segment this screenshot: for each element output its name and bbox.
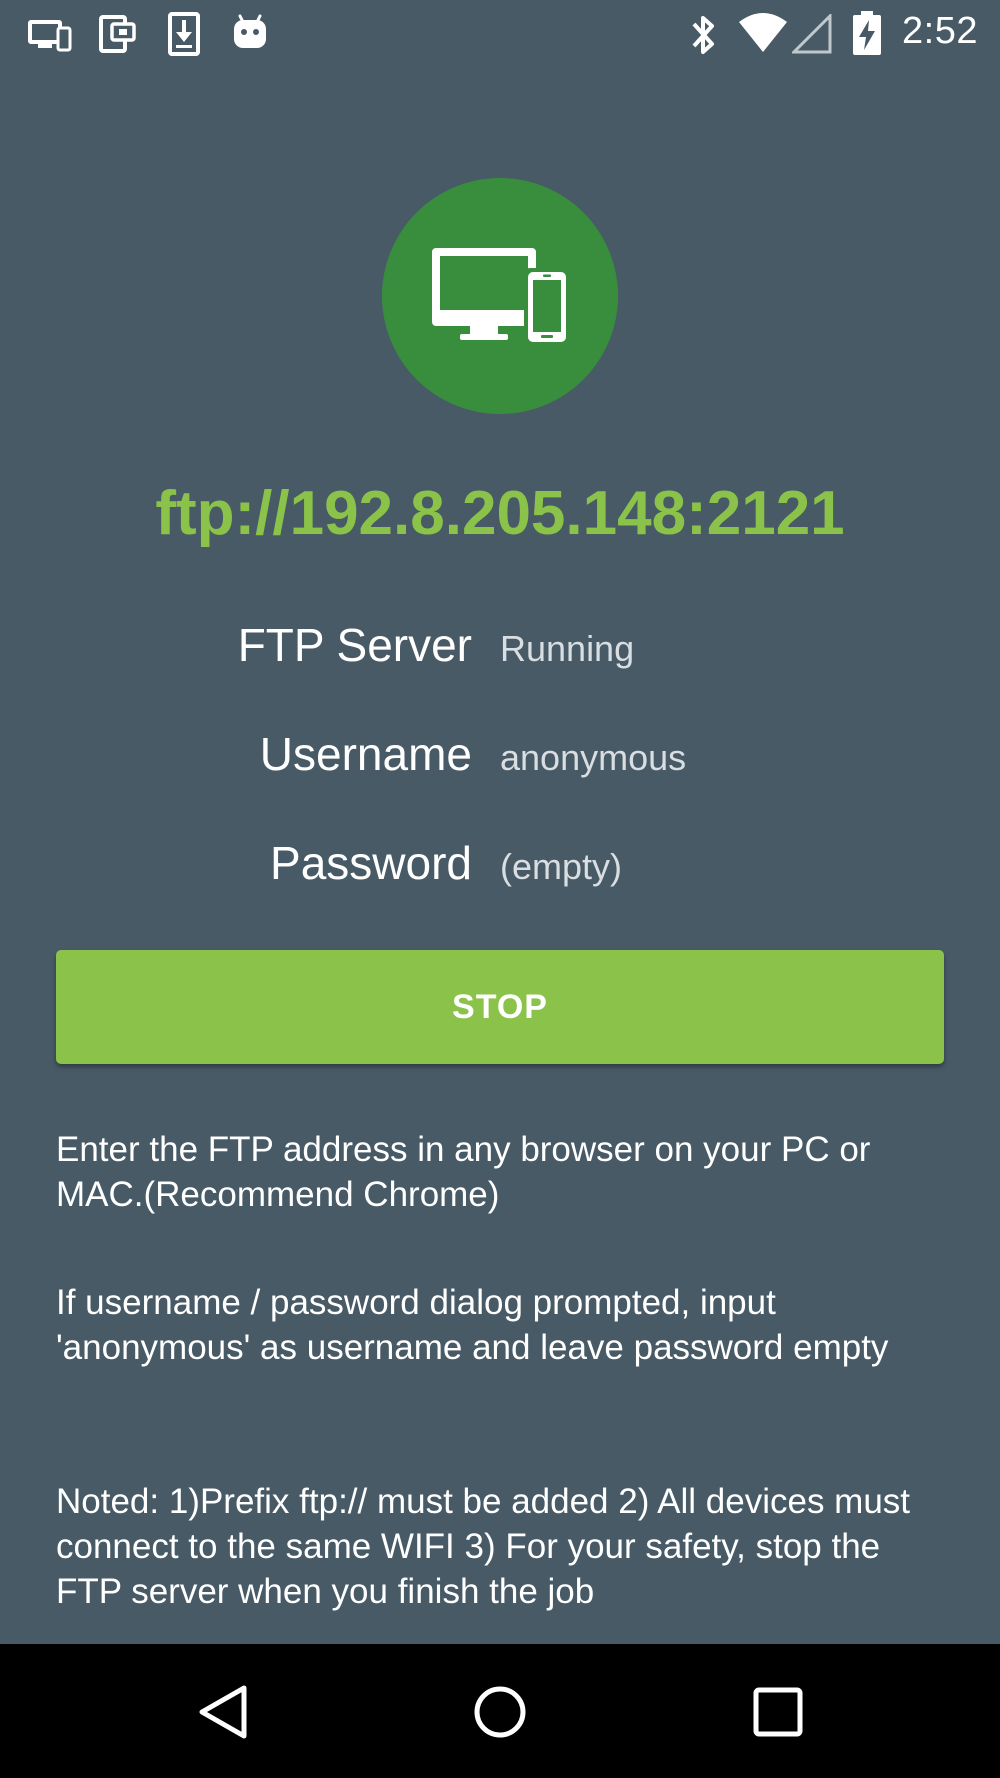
back-icon[interactable] bbox=[196, 1684, 250, 1745]
ftp-address[interactable]: ftp://192.8.205.148:2121 bbox=[0, 478, 1000, 549]
recents-icon[interactable] bbox=[752, 1686, 804, 1743]
info-row-server: FTP Server Running bbox=[0, 618, 1000, 688]
server-label: FTP Server bbox=[237, 619, 472, 671]
devices-icon bbox=[28, 20, 72, 59]
download-icon bbox=[168, 12, 200, 61]
info-row-username: Username anonymous bbox=[0, 727, 1000, 797]
username-value: anonymous bbox=[500, 737, 687, 778]
android-icon bbox=[232, 14, 268, 55]
password-value: (empty) bbox=[500, 846, 623, 887]
status-bar: 2:52 bbox=[0, 0, 1000, 70]
info-row-password: Password (empty) bbox=[0, 836, 1000, 906]
cell-signal-icon bbox=[790, 12, 832, 59]
server-status-value: Running bbox=[500, 628, 635, 669]
navigation-bar bbox=[0, 1644, 1000, 1778]
devices-icon bbox=[432, 248, 570, 346]
password-label: Password bbox=[270, 837, 472, 889]
home-icon[interactable] bbox=[472, 1684, 528, 1745]
ftp-server-screen: 2:52 ftp://192.8.205.148:2121 FTP Server… bbox=[0, 0, 1000, 1778]
screen-share-icon bbox=[98, 14, 138, 59]
hero-badge bbox=[382, 178, 618, 414]
status-time: 2:52 bbox=[902, 10, 978, 52]
bluetooth-icon bbox=[690, 12, 718, 63]
wifi-icon bbox=[738, 12, 788, 59]
battery-charging-icon bbox=[852, 10, 882, 61]
username-label: Username bbox=[259, 728, 472, 780]
stop-button[interactable]: STOP bbox=[56, 950, 944, 1064]
instruction-credentials: If username / password dialog prompted, … bbox=[56, 1283, 889, 1367]
instruction-browser: Enter the FTP address in any browser on … bbox=[56, 1130, 871, 1214]
instruction-notes: Noted: 1)Prefix ftp:// must be added 2) … bbox=[56, 1482, 911, 1611]
